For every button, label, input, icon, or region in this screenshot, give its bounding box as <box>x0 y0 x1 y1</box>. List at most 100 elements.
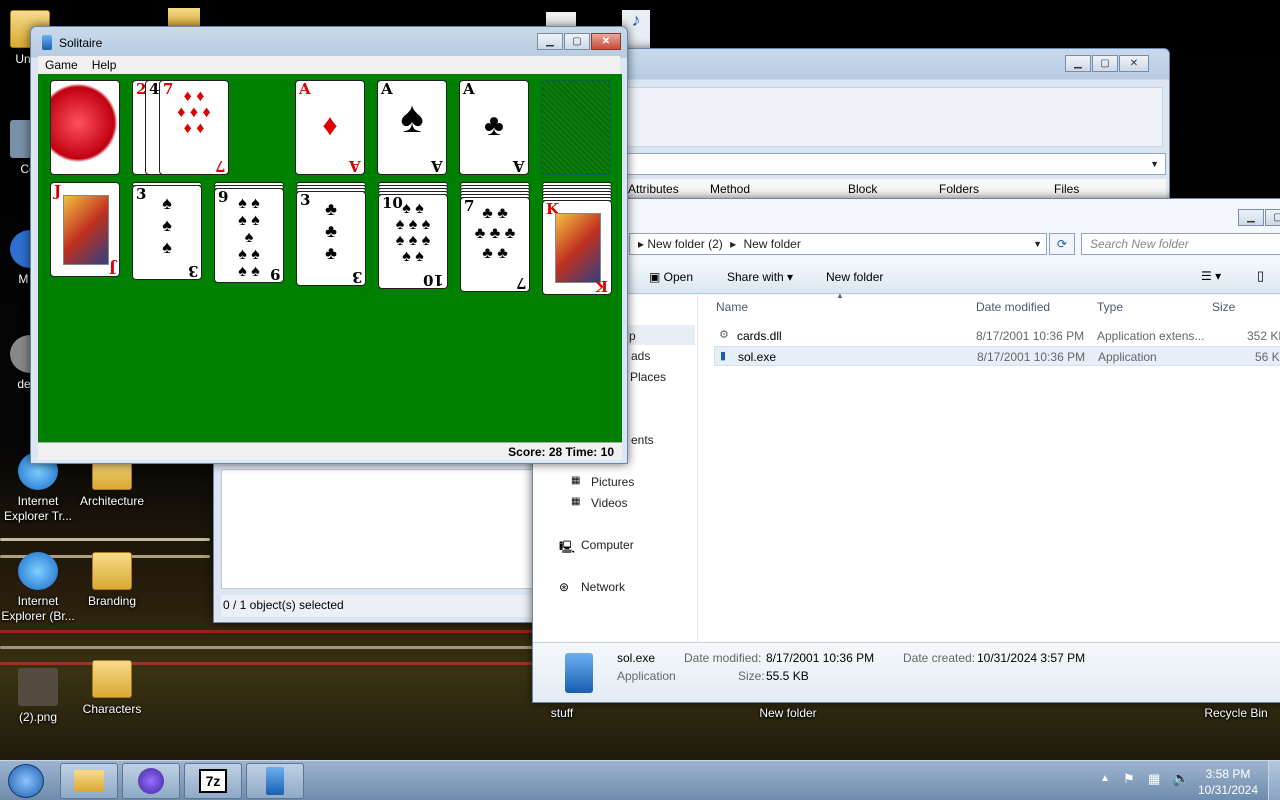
address-bar[interactable]: ▸ New folder (2) ▸ New folder ▼ <box>629 233 1047 255</box>
show-hidden-icons[interactable]: ▲ <box>1100 773 1110 784</box>
nav-item-documents[interactable]: ents <box>631 433 654 447</box>
taskbar-firefox-button[interactable] <box>122 763 180 799</box>
status-bar: 0 / 1 object(s) selected <box>221 595 533 617</box>
nav-item-downloads[interactable]: ads <box>631 349 650 363</box>
column-folders[interactable]: Folders <box>939 182 979 196</box>
chevron-down-icon[interactable]: ▼ <box>1033 234 1042 254</box>
file-row[interactable]: ▮ sol.exe 8/17/2001 10:36 PM Application… <box>714 346 1280 366</box>
explorer-window[interactable]: ▁ ▢ ▸ New folder (2) ▸ New folder ▼ ⟳ Se… <box>532 198 1280 703</box>
breadcrumb-item[interactable]: New folder <box>743 237 800 251</box>
show-desktop-button[interactable] <box>1268 761 1280 800</box>
refresh-icon[interactable]: ⟳ <box>1049 233 1075 255</box>
minimize-icon[interactable]: ▁ <box>1065 55 1091 72</box>
desktop-icon-new-folder[interactable]: New folder <box>748 706 828 721</box>
card-rank-bottom: 3 <box>187 262 198 280</box>
close-icon[interactable]: ✕ <box>591 33 621 50</box>
desktop-icon-stuff[interactable]: stuff <box>524 706 600 721</box>
breadcrumb-item[interactable]: New folder (2) <box>647 237 722 251</box>
folder-icon[interactable] <box>168 8 200 28</box>
column-name[interactable]: Name <box>716 300 748 314</box>
nav-item-network[interactable]: Network <box>581 580 625 594</box>
open-button[interactable]: ▣ Open <box>649 270 693 284</box>
search-input[interactable]: Search New folder <box>1081 233 1280 255</box>
taskbar-7zip-button[interactable]: 7z <box>184 763 242 799</box>
taskbar-solitaire-button[interactable] <box>246 763 304 799</box>
desktop-icon-ie-br[interactable]: Internet Explorer (Br... <box>0 552 76 624</box>
details-created-label: Date created: <box>903 651 976 665</box>
waste-top-card[interactable]: 7 ♦ ♦ ♦ ♦ ♦ ♦ ♦ 7 <box>159 80 229 175</box>
column-attributes[interactable]: Attributes <box>628 182 679 196</box>
spade-icon: ♠ ♠ ♠ <box>162 193 172 257</box>
tableau-card[interactable]: 9 ♠ ♠ ♠ ♠ ♠ ♠ ♠ ♠ ♠ 9 <box>214 188 284 283</box>
solitaire-window[interactable]: Solitaire ▁ ▢ ✕ Game Help 2 4 7 ♦ ♦ ♦ ♦ ♦… <box>30 26 628 464</box>
menu-game[interactable]: Game <box>45 58 78 72</box>
card-rank: A <box>299 80 311 98</box>
nav-item-videos[interactable]: Videos <box>591 496 627 510</box>
minimize-icon[interactable]: ▁ <box>537 33 563 50</box>
spade-icon: ♠ <box>400 93 424 142</box>
column-date-modified[interactable]: Date modified <box>976 300 1050 314</box>
club-icon: ♣ <box>484 109 504 142</box>
details-size: 55.5 KB <box>766 669 809 683</box>
nav-item[interactable]: p <box>629 329 636 343</box>
chevron-down-icon[interactable]: ▼ <box>1150 154 1159 174</box>
tableau-card[interactable]: 7 ♣ ♣ ♣ ♣ ♣ ♣ ♣ 7 <box>460 197 530 292</box>
desktop-icon-characters[interactable]: Characters <box>74 660 150 717</box>
volume-icon[interactable]: 🔈 <box>1172 770 1189 787</box>
file-row[interactable]: ⚙ cards.dll 8/17/2001 10:36 PM Applicati… <box>714 326 1280 346</box>
close-icon[interactable]: ✕ <box>1119 55 1149 72</box>
action-center-flag-icon[interactable]: ⚑ <box>1123 771 1135 787</box>
nav-item-recent-places[interactable]: Places <box>630 370 666 384</box>
desktop-icon-png[interactable]: (2).png <box>0 668 76 725</box>
file-name: cards.dll <box>737 329 782 343</box>
maximize-icon[interactable]: ▢ <box>1265 209 1280 226</box>
share-with-button[interactable]: Share with ▾ <box>727 270 793 284</box>
solitaire-app-icon <box>565 653 593 693</box>
preview-pane-icon[interactable]: ▯ <box>1257 268 1264 284</box>
empty-foundation-slot[interactable] <box>541 80 611 175</box>
card-rank-bottom: K <box>594 277 608 295</box>
maximize-icon[interactable]: ▢ <box>564 33 590 50</box>
card-rank-bottom: J <box>108 259 116 277</box>
clock-time[interactable]: 3:58 PM <box>1196 767 1260 781</box>
column-size[interactable]: Size <box>1212 300 1235 314</box>
foundation-pile[interactable]: A ♠ A <box>377 80 447 175</box>
tableau-card[interactable]: 3 ♠ ♠ ♠ 3 <box>132 185 202 280</box>
minimize-icon[interactable]: ▁ <box>1238 209 1264 226</box>
tableau-card[interactable]: 10 ♠ ♠ ♠ ♠ ♠ ♠ ♠ ♠ ♠ ♠ 10 <box>378 194 448 289</box>
tableau-card[interactable]: K K <box>542 200 612 295</box>
command-bar: ▣ Open Share with ▾ New folder ☰ ▾ ▯ <box>533 262 1280 294</box>
column-method[interactable]: Method <box>710 182 750 196</box>
network-icon[interactable]: ▦ <box>1148 771 1160 787</box>
column-block[interactable]: Block <box>848 182 877 196</box>
maximize-icon[interactable]: ▢ <box>1092 55 1118 72</box>
menu-help[interactable]: Help <box>92 58 117 72</box>
tableau-card[interactable]: 3 ♣ ♣ ♣ 3 <box>296 191 366 286</box>
folder-icon <box>74 770 104 792</box>
exe-file-icon: ▮ <box>720 350 727 362</box>
column-type[interactable]: Type <box>1097 300 1123 314</box>
desktop-icon-label: Architecture <box>79 494 145 508</box>
nav-item-pictures[interactable]: Pictures <box>591 475 634 489</box>
stock-pile[interactable] <box>50 80 120 175</box>
desktop-icon-branding[interactable]: Branding <box>74 552 150 609</box>
foundation-pile[interactable]: A ♦ A <box>295 80 365 175</box>
new-folder-button[interactable]: New folder <box>826 270 883 284</box>
column-files[interactable]: Files <box>1054 182 1079 196</box>
file-type: Application <box>1098 350 1157 364</box>
file-name: sol.exe <box>738 350 777 364</box>
nav-item-computer[interactable]: Computer <box>581 538 634 552</box>
taskbar-explorer-button[interactable] <box>60 763 118 799</box>
desktop-icon-label: Recycle Bin <box>1204 706 1268 720</box>
path-combo[interactable]: ▼ <box>626 153 1166 175</box>
tableau-card[interactable]: J J <box>50 182 120 277</box>
start-button[interactable] <box>8 764 44 798</box>
card-rank-bottom: 10 <box>423 271 444 289</box>
file-modified: 8/17/2001 10:36 PM <box>976 329 1085 343</box>
view-options-icon[interactable]: ☰ ▾ <box>1201 269 1221 283</box>
desktop-icon-recycle-bin[interactable]: Recycle Bin <box>1198 706 1274 721</box>
diamond-icon: ♦ ♦ ♦ ♦ ♦ ♦ ♦ <box>177 88 211 137</box>
foundation-pile[interactable]: A ♣ A <box>459 80 529 175</box>
status-text: 0 / 1 object(s) selected <box>223 598 344 612</box>
clock-date[interactable]: 10/31/2024 <box>1196 783 1260 797</box>
